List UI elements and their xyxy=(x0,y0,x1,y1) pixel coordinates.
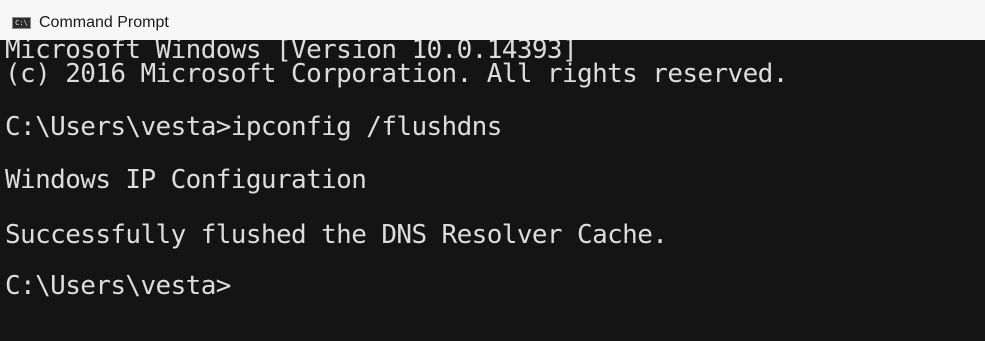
console-line-success: Successfully flushed the DNS Resolver Ca… xyxy=(5,220,668,250)
console-line-prompt[interactable]: C:\Users\vesta> xyxy=(5,272,231,300)
console-line-command: C:\Users\vesta>ipconfig /flushdns xyxy=(5,112,502,142)
title-bar[interactable]: C:\ Command Prompt xyxy=(0,0,985,40)
console-output[interactable]: Microsoft Windows [Version 10.0.14393] (… xyxy=(0,40,985,341)
console-line-copyright: (c) 2016 Microsoft Corporation. All righ… xyxy=(5,59,788,89)
cmd-icon[interactable]: C:\ xyxy=(12,17,31,29)
command-prompt-window: C:\ Command Prompt Microsoft Windows [Ve… xyxy=(0,0,985,341)
console-line-ip-config: Windows IP Configuration xyxy=(5,165,367,195)
window-title: Command Prompt xyxy=(39,14,169,31)
